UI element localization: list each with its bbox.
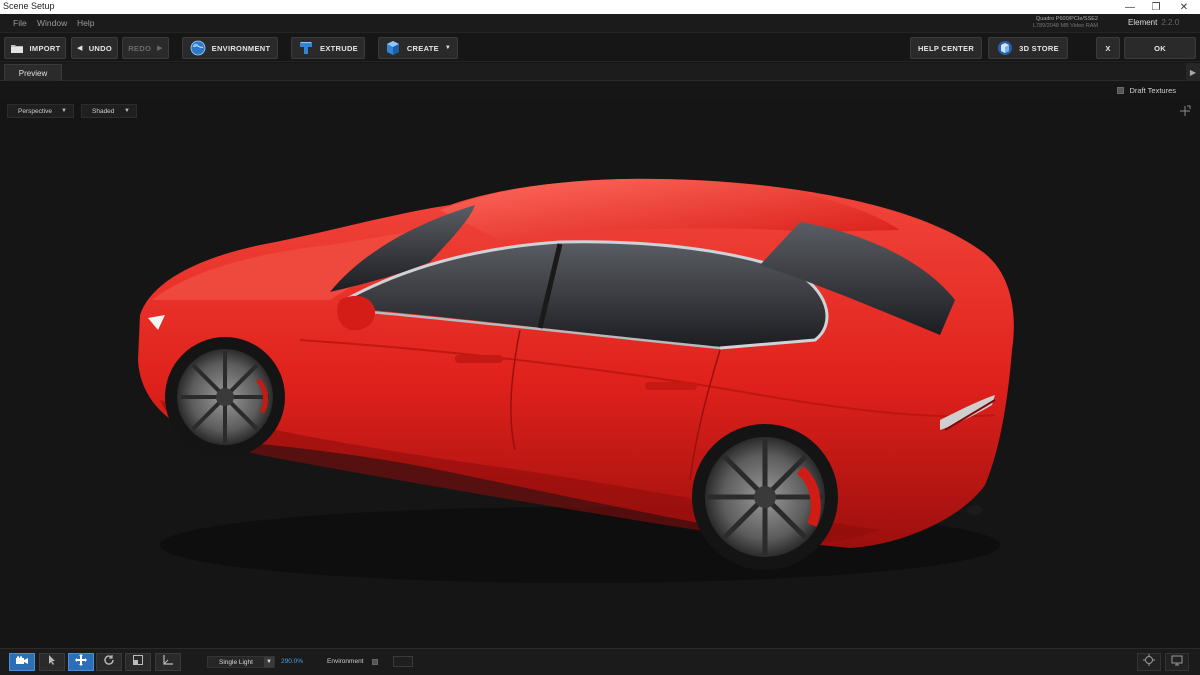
minimize-icon[interactable]: — (1118, 0, 1142, 14)
shading-mode-dropdown[interactable]: Shaded ▼ (81, 104, 137, 118)
3d-viewport[interactable]: Perspective ▼ Shaded ▼ (0, 100, 1200, 648)
create-label: CREATE (406, 43, 439, 53)
menu-bar: File Window Help Quadro P600/PCIe/SSE2 L… (0, 14, 1200, 32)
gpu-name: Quadro P600/PCIe/SSE2 (1035, 16, 1098, 22)
main-toolbar: IMPORT ◀ UNDO REDO ▶ ENVIRONMENT EXTRUDE… (0, 32, 1200, 62)
monitor-icon (1171, 653, 1183, 671)
environment-checkbox[interactable] (372, 659, 378, 665)
ok-button[interactable]: OK (1124, 37, 1196, 59)
extrude-label: EXTRUDE (320, 43, 358, 53)
gpu-memory: L789/2048 MB Video RAM (1032, 23, 1098, 29)
redo-label: REDO (128, 43, 152, 53)
menu-window[interactable]: Window (37, 18, 67, 28)
scale-tool-button[interactable] (125, 653, 151, 671)
window-title: Scene Setup (3, 1, 55, 11)
menu-file[interactable]: File (13, 18, 27, 28)
car-model[interactable] (0, 100, 1200, 648)
create-button[interactable]: CREATE ▼ (378, 37, 458, 59)
environment-color-swatch[interactable] (393, 656, 413, 667)
axis-icon (162, 653, 174, 671)
rotate-tool-button[interactable] (96, 653, 122, 671)
draft-textures-label: Draft Textures (1129, 86, 1176, 95)
undo-label: UNDO (88, 43, 112, 53)
view-mode-dropdown[interactable]: Perspective ▼ (7, 104, 74, 118)
store-globe-icon (997, 40, 1013, 56)
product-label: Element 2.2.0 (1128, 18, 1179, 27)
product-version: 2.2.0 (1161, 18, 1180, 27)
cancel-label: X (1105, 43, 1111, 53)
restore-icon[interactable]: ❐ (1144, 0, 1168, 14)
draft-textures-checkbox[interactable] (1117, 87, 1125, 94)
draft-textures-toggle[interactable]: Draft Textures (1117, 86, 1176, 95)
camera-tool-button[interactable] (9, 653, 35, 671)
cursor-icon (47, 653, 57, 671)
folder-icon (10, 43, 24, 54)
gpu-info: Quadro P600/PCIe/SSE2 L789/2048 MB Video… (1033, 16, 1098, 30)
cancel-button[interactable]: X (1096, 37, 1120, 59)
3d-store-button[interactable]: 3D STORE (988, 37, 1068, 59)
render-screen-button[interactable] (1165, 653, 1189, 671)
viewport-options-row: Draft Textures (0, 82, 1200, 100)
import-button[interactable]: IMPORT (4, 37, 66, 59)
extrude-button[interactable]: EXTRUDE (291, 37, 365, 59)
cube-icon (385, 40, 401, 56)
chevron-down-icon: ▼ (61, 108, 67, 114)
select-tool-button[interactable] (39, 653, 65, 671)
environment-button[interactable]: ENVIRONMENT (182, 37, 278, 59)
snap-target-button[interactable] (1137, 653, 1161, 671)
chevron-right-icon: ▶ (157, 45, 163, 52)
ok-label: OK (1154, 43, 1166, 53)
light-preset-value: Single Light (219, 658, 253, 666)
help-center-label: HELP CENTER (917, 43, 975, 53)
redo-button[interactable]: REDO ▶ (122, 37, 169, 59)
view-mode-value: Perspective (18, 107, 52, 115)
tab-preview[interactable]: Preview (4, 64, 62, 81)
chevron-down-icon: ▼ (124, 108, 130, 114)
chevron-down-icon: ▼ (444, 45, 452, 51)
rotate-icon (103, 653, 115, 671)
close-window-icon[interactable]: ✕ (1172, 0, 1196, 14)
extrude-icon (298, 40, 314, 56)
globe-icon (190, 40, 206, 56)
menu-help[interactable]: Help (77, 18, 94, 28)
move-tool-button[interactable] (68, 653, 94, 671)
help-center-button[interactable]: HELP CENTER (910, 37, 982, 59)
light-intensity-value[interactable]: 290.0% (281, 658, 303, 665)
shading-mode-value: Shaded (92, 107, 115, 115)
status-bar: Single Light ▼ 290.0% Environment (0, 648, 1200, 675)
axis-tool-button[interactable] (155, 653, 181, 671)
product-name: Element (1128, 18, 1158, 27)
chevron-down-icon: ▼ (264, 657, 274, 667)
scale-icon (132, 653, 144, 671)
chevron-right-icon[interactable]: ▶ (1186, 63, 1200, 81)
target-icon (1143, 653, 1155, 671)
window-titlebar: Scene Setup — ❐ ✕ (0, 0, 1200, 14)
camera-icon (15, 653, 29, 671)
move-icon (74, 653, 88, 672)
chevron-left-icon: ◀ (77, 45, 83, 52)
light-preset-dropdown[interactable]: Single Light ▼ (207, 656, 275, 668)
maximize-viewport-icon[interactable] (1178, 104, 1192, 118)
environment-toggle-label: Environment (327, 658, 364, 665)
undo-button[interactable]: ◀ UNDO (71, 37, 118, 59)
environment-label: ENVIRONMENT (211, 43, 271, 53)
tab-strip: Preview ▶ (0, 63, 1200, 81)
import-label: IMPORT (29, 43, 61, 53)
3d-store-label: 3D STORE (1019, 43, 1059, 53)
